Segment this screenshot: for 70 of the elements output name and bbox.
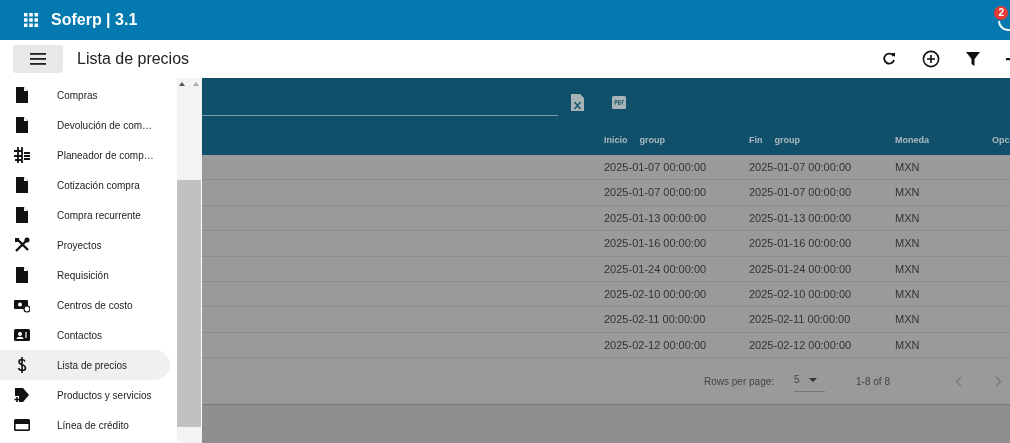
table-cell-text: 2025-02-11 00:00:00 [604, 312, 707, 328]
filter-icon[interactable] [966, 52, 980, 66]
column-group-label: group [774, 134, 800, 147]
file-icon [14, 207, 30, 223]
table-cell-text: 2025-01-24 00:00:00 [749, 261, 853, 277]
sidebar-item[interactable]: Compra recurrente [0, 200, 170, 230]
table-cell-text: 2025-02-10 00:00:00 [749, 286, 853, 302]
table-cell-text: MXN [895, 185, 921, 201]
sidebar-item[interactable]: Requisición [0, 260, 170, 290]
sidebar-item[interactable]: Centros de costo [0, 290, 170, 320]
add-circle-icon[interactable] [922, 50, 940, 68]
column-header: Moneda [895, 134, 929, 147]
sidebar-item[interactable]: Contactos [0, 320, 170, 350]
credit-card-icon [14, 417, 30, 433]
table-cell-text: MXN [895, 236, 921, 252]
table-cell-text: MXN [895, 337, 921, 353]
rows-per-page-label: Rows per page: [704, 374, 775, 389]
table-cell-text: 2025-01-07 00:00:00 [604, 185, 708, 201]
sidebar-item[interactable]: Devolución de com… [0, 110, 170, 140]
sidebar-item[interactable]: Cotización compra [0, 170, 170, 200]
caret-icon [808, 377, 817, 382]
table-cell-text: 2025-01-07 00:00:00 [749, 159, 853, 175]
menu-icon [30, 53, 46, 65]
table-cell-text: MXN [895, 261, 921, 277]
column-header: Fin [749, 134, 763, 147]
sidebar-item[interactable]: Proyectos [0, 230, 170, 260]
sliders-icon [14, 147, 30, 163]
tools-icon [14, 237, 30, 253]
tag-plus-icon [14, 387, 30, 403]
money-icon [14, 297, 30, 313]
notification-badge: 2 [994, 6, 1008, 20]
app-title: Soferp | 3.1 [51, 10, 138, 30]
table-cell-text: MXN [895, 210, 921, 226]
column-header: Inicio [604, 134, 628, 147]
table-cell-text: 2025-01-07 00:00:00 [749, 185, 853, 201]
pdf-export-icon[interactable] [612, 96, 626, 109]
sidebar-item[interactable]: Compras [0, 80, 170, 110]
menu-button[interactable] [13, 45, 63, 73]
sidebar-item[interactable]: Lista de precios [0, 350, 170, 380]
column-group-label: group [639, 134, 665, 147]
table-cell-text: 2025-02-12 00:00:00 [749, 337, 853, 353]
table-cell-text: MXN [895, 286, 921, 302]
table-cell-text: 2025-01-13 00:00:00 [604, 210, 708, 226]
file-icon [14, 87, 30, 103]
table-cell-text: 2025-02-12 00:00:00 [604, 337, 708, 353]
file-icon [14, 117, 30, 133]
sidebar-item[interactable]: Planeador de comp… [0, 140, 170, 170]
rows-per-page-select[interactable]: 5 [794, 370, 826, 393]
file-icon [14, 267, 30, 283]
table-cell-text: 2025-01-16 00:00:00 [749, 236, 853, 252]
table-cell-text: MXN [895, 312, 921, 328]
sidebar-item[interactable]: Productos y servicios [0, 380, 170, 410]
table-cell-text: 2025-01-13 00:00:00 [749, 210, 853, 226]
table-cell-text: 2025-01-24 00:00:00 [604, 261, 708, 277]
table-cell-text: MXN [895, 159, 921, 175]
table-cell-text: 2025-01-16 00:00:00 [604, 236, 708, 252]
table-cell-text: 2025-02-10 00:00:00 [604, 286, 708, 302]
refresh-icon[interactable] [882, 52, 896, 66]
scrollbar-thumb[interactable] [177, 180, 202, 427]
page-range: 1-8 of 8 [856, 374, 890, 389]
table-cell-text: 2025-01-07 00:00:00 [604, 159, 708, 175]
file-icon [14, 177, 30, 193]
page-title: Lista de precios [77, 49, 190, 69]
sidebar-item[interactable]: Línea de crédito [0, 410, 170, 440]
contact-card-icon [14, 327, 30, 343]
apps-grid-icon[interactable] [24, 13, 38, 27]
scroll-up-arrow-icon[interactable] [179, 82, 185, 86]
column-header: Opc [992, 134, 1010, 147]
excel-export-icon[interactable] [571, 94, 584, 111]
table-cell-text: 2025-02-11 00:00:00 [749, 312, 852, 328]
